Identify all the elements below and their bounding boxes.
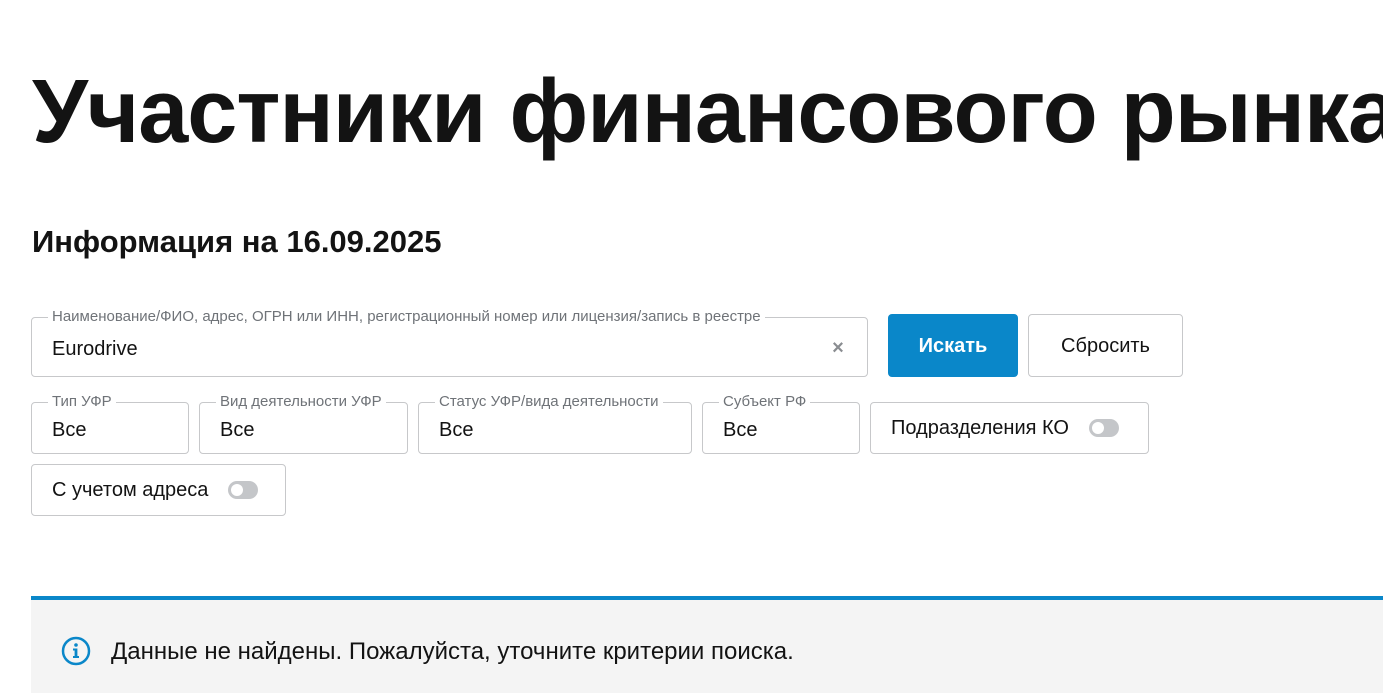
type-select-value: Все (52, 419, 87, 441)
activity-select[interactable]: Вид деятельности УФР Все (199, 394, 408, 454)
info-icon (61, 636, 91, 666)
divisions-toggle-box[interactable]: Подразделения КО (870, 402, 1149, 454)
reset-button[interactable]: Сбросить (1028, 314, 1183, 377)
info-date: Информация на 16.09.2025 (32, 224, 442, 259)
region-select[interactable]: Субъект РФ Все (702, 394, 860, 454)
divisions-toggle[interactable] (1089, 419, 1119, 437)
search-input-value[interactable]: Eurodrive (52, 337, 138, 361)
activity-select-label: Вид деятельности УФР (216, 394, 386, 410)
status-select-value: Все (439, 419, 474, 441)
toggle-knob (1092, 422, 1104, 434)
divisions-toggle-label: Подразделения КО (891, 417, 1069, 439)
search-input[interactable]: Наименование/ФИО, адрес, ОГРН или ИНН, р… (31, 309, 868, 377)
page: Участники финансового рынка Информация н… (0, 0, 1383, 693)
search-input-label: Наименование/ФИО, адрес, ОГРН или ИНН, р… (48, 309, 765, 325)
status-select-label: Статус УФР/вида деятельности (435, 394, 663, 410)
clear-icon[interactable]: × (831, 336, 845, 360)
page-title: Участники финансового рынка (32, 62, 1383, 162)
notice-text: Данные не найдены. Пожалуйста, уточните … (111, 638, 794, 665)
toggle-knob (231, 484, 244, 496)
region-select-value: Все (723, 419, 758, 441)
type-select-label: Тип УФР (48, 394, 116, 410)
no-results-notice: Данные не найдены. Пожалуйста, уточните … (31, 596, 1383, 693)
type-select[interactable]: Тип УФР Все (31, 394, 189, 454)
region-select-label: Субъект РФ (719, 394, 811, 410)
address-toggle[interactable] (228, 481, 259, 499)
search-button[interactable]: Искать (888, 314, 1018, 377)
status-select[interactable]: Статус УФР/вида деятельности Все (418, 394, 692, 454)
activity-select-value: Все (220, 419, 255, 441)
address-toggle-label: С учетом адреса (52, 479, 209, 501)
address-toggle-box[interactable]: С учетом адреса (31, 464, 286, 516)
